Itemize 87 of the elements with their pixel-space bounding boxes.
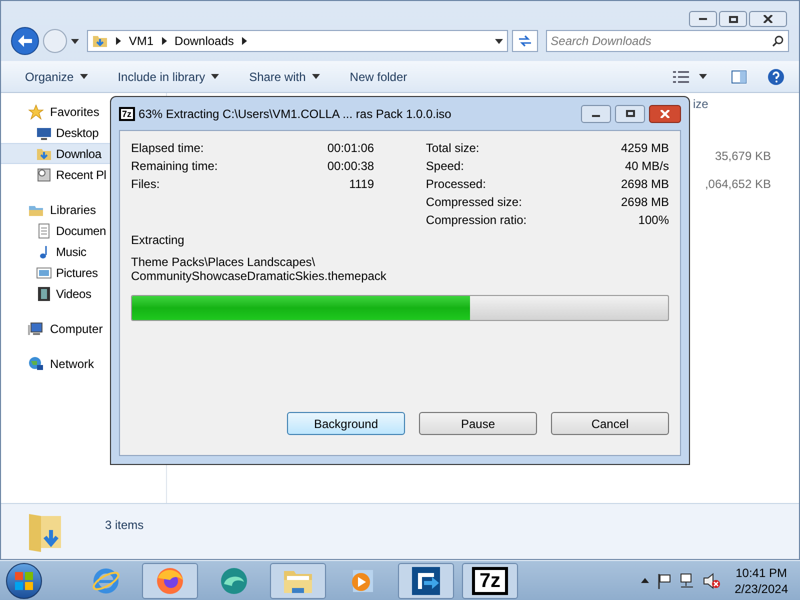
nav-item[interactable]: Desktop bbox=[1, 122, 166, 143]
download-folder-icon bbox=[92, 33, 108, 49]
back-button[interactable] bbox=[11, 27, 39, 55]
item-count: 3 items bbox=[105, 517, 144, 534]
maximize-button[interactable] bbox=[719, 11, 747, 27]
toolbar-button[interactable]: Share with bbox=[239, 64, 330, 88]
arrow-f-logo-icon bbox=[411, 566, 441, 596]
chevron-icon bbox=[162, 37, 167, 45]
nav-item[interactable]: Videos bbox=[1, 283, 166, 304]
refresh-button[interactable] bbox=[512, 30, 538, 52]
nav-group[interactable]: Libraries bbox=[1, 199, 166, 220]
search-field[interactable]: Search Downloads bbox=[546, 30, 789, 52]
caret-icon bbox=[211, 74, 220, 79]
chevron-icon bbox=[242, 37, 247, 45]
minimize-button[interactable] bbox=[689, 11, 717, 27]
app-logo: 7z bbox=[472, 566, 508, 594]
breadcrumb-item[interactable]: VM1 bbox=[128, 32, 154, 50]
windows-flag-icon bbox=[15, 572, 33, 590]
view-list-icon[interactable] bbox=[673, 70, 689, 82]
caret-icon bbox=[312, 74, 320, 79]
film-icon bbox=[36, 286, 52, 302]
close-button[interactable] bbox=[649, 104, 681, 122]
star-icon bbox=[28, 104, 44, 120]
stat-value: 1119 bbox=[349, 176, 374, 193]
toolbar-button[interactable]: New folder bbox=[340, 64, 418, 88]
search-icon[interactable] bbox=[772, 35, 784, 47]
stat-value: 2698 MB bbox=[620, 194, 669, 211]
stat-label: Total size: bbox=[426, 140, 480, 157]
stat-value: 2698 MB bbox=[620, 176, 669, 193]
taskbar-button[interactable] bbox=[398, 562, 454, 598]
toolbar-button[interactable]: Organize bbox=[15, 64, 98, 88]
window-title: 63% Extracting C:\Users\VM1.COLLA ... ras Pack 1.0.0.iso bbox=[138, 106, 452, 122]
stat-value: 00:01:06 bbox=[327, 140, 374, 157]
preview-pane-icon[interactable] bbox=[731, 70, 747, 84]
globe-icon bbox=[28, 356, 44, 372]
stat-value: 4259 MB bbox=[620, 140, 669, 157]
stat-label: Files: bbox=[131, 176, 160, 193]
dialog-button[interactable]: Background bbox=[287, 412, 405, 435]
computer-icon bbox=[28, 320, 44, 336]
browser-e-icon bbox=[91, 566, 121, 596]
app-logo: 7z bbox=[119, 106, 135, 120]
maximize-button[interactable] bbox=[615, 104, 645, 122]
caret-icon bbox=[70, 38, 79, 44]
stat-value: 00:00:38 bbox=[327, 158, 374, 175]
stat-value: 100% bbox=[638, 212, 669, 229]
flag-icon[interactable] bbox=[656, 572, 671, 588]
clock[interactable]: 10:41 PM 2/23/2024 bbox=[728, 564, 794, 596]
close-icon bbox=[660, 110, 670, 118]
caret-icon bbox=[494, 38, 503, 44]
taskbar-button[interactable] bbox=[142, 562, 198, 598]
stat-value: 40 MB/s bbox=[624, 158, 669, 175]
toolbar-button[interactable]: Include in library bbox=[108, 64, 230, 88]
nav-group[interactable]: Computer bbox=[1, 318, 166, 339]
stat-label: Compression ratio: bbox=[426, 212, 527, 229]
dialog-button[interactable]: Pause bbox=[419, 412, 537, 435]
address-bar[interactable]: VM1 Downloads bbox=[86, 30, 508, 52]
picture-icon bbox=[36, 264, 52, 280]
file-size: ,064,652 KB bbox=[704, 176, 771, 193]
file-size: 35,679 KB bbox=[714, 148, 771, 165]
refresh-icon bbox=[518, 35, 532, 47]
caret-icon bbox=[699, 74, 707, 79]
recent-places-icon bbox=[36, 166, 52, 182]
swirl-icon bbox=[218, 566, 250, 596]
taskbar-button[interactable] bbox=[270, 562, 326, 598]
close-icon bbox=[763, 15, 773, 23]
stat-label: Processed: bbox=[426, 176, 486, 193]
fox-globe-icon bbox=[155, 566, 185, 596]
nav-group[interactable]: Network bbox=[1, 353, 166, 374]
file-path: CommunityShowcaseDramaticSkies.themepack bbox=[131, 269, 388, 283]
operation-label: Extracting bbox=[131, 232, 186, 249]
help-icon[interactable] bbox=[767, 68, 785, 86]
start-button[interactable] bbox=[6, 562, 42, 598]
speaker-muted-icon[interactable] bbox=[702, 572, 721, 588]
minimize-button[interactable] bbox=[581, 104, 611, 122]
caret-icon bbox=[80, 74, 88, 79]
chevron-icon bbox=[116, 37, 121, 45]
stat-label: Compressed size: bbox=[426, 194, 522, 211]
stat-label: Speed: bbox=[426, 158, 464, 175]
document-icon bbox=[36, 222, 52, 238]
dialog-button[interactable]: Cancel bbox=[551, 412, 669, 435]
taskbar-button[interactable]: 7z bbox=[462, 562, 518, 598]
up-arrow-icon[interactable] bbox=[640, 578, 649, 583]
file-path: Theme Packs\Places Landscapes\ bbox=[131, 255, 316, 269]
back-arrow-icon bbox=[18, 35, 32, 47]
breadcrumb-item[interactable]: Downloads bbox=[174, 32, 234, 50]
close-button[interactable] bbox=[749, 11, 787, 27]
network-icon[interactable] bbox=[678, 572, 695, 588]
